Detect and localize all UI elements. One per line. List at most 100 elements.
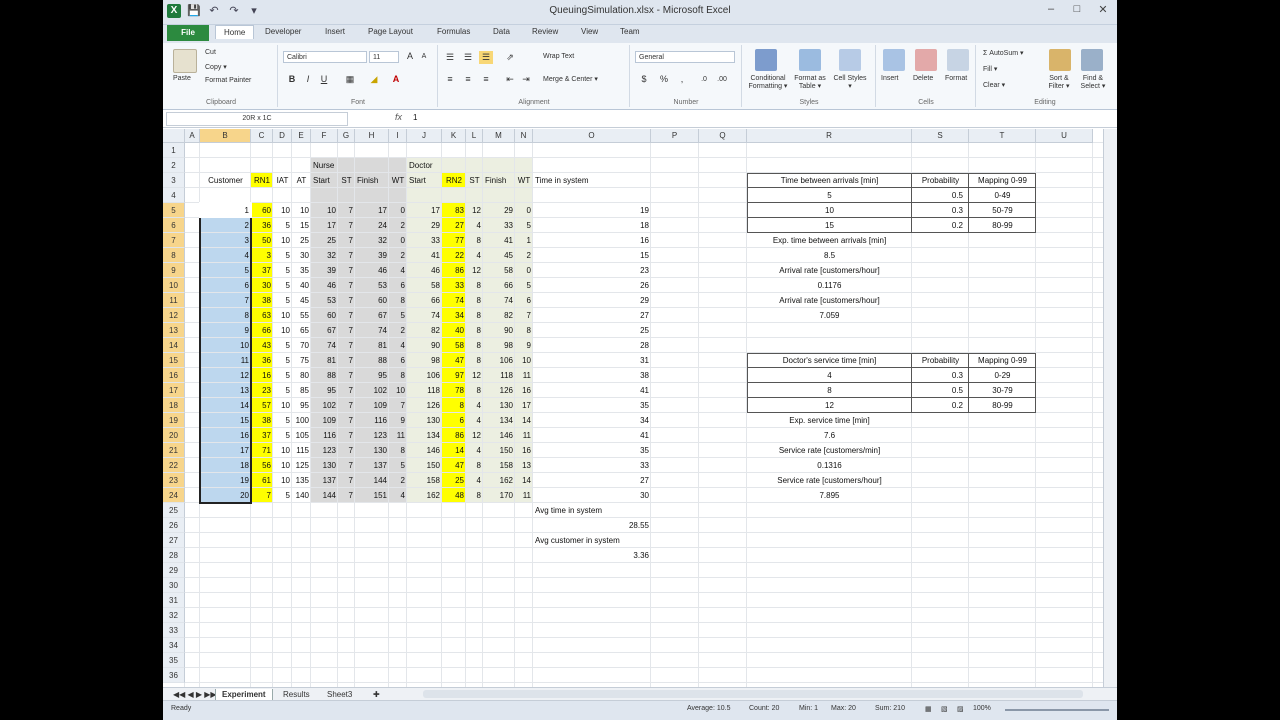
data-cell[interactable]: 106 <box>407 368 442 383</box>
column-header-o[interactable]: O <box>533 129 651 143</box>
column-header-d[interactable]: D <box>273 129 292 143</box>
data-cell[interactable]: 66 <box>483 278 515 293</box>
data-cell[interactable]: 2 <box>389 218 407 233</box>
data-cell[interactable]: 7 <box>338 353 355 368</box>
active-cell[interactable]: 1 <box>200 203 251 218</box>
data-cell[interactable]: 14 <box>442 443 466 458</box>
format-cells-icon[interactable] <box>947 49 969 71</box>
data-cell[interactable]: 55 <box>292 308 311 323</box>
sheet-tab-results[interactable]: Results <box>277 689 316 700</box>
data-cell[interactable]: 30 <box>251 278 273 293</box>
data-cell[interactable]: 60 <box>311 308 338 323</box>
column-header-u[interactable]: U <box>1036 129 1093 143</box>
row-header-28[interactable]: 28 <box>163 548 185 563</box>
data-cell[interactable]: 10 <box>515 353 533 368</box>
data-cell[interactable]: 8 <box>466 323 483 338</box>
cell-styles-button[interactable]: Cell Styles ▾ <box>831 75 869 90</box>
column-header-h[interactable]: H <box>355 129 389 143</box>
data-cell[interactable]: 78 <box>442 383 466 398</box>
data-cell[interactable]: 150 <box>407 458 442 473</box>
data-cell[interactable]: 126 <box>483 383 515 398</box>
data-cell[interactable]: 9 <box>515 338 533 353</box>
service_table-cell[interactable]: 0.3 <box>912 368 969 383</box>
data-cell[interactable]: 7 <box>338 323 355 338</box>
column-header-f[interactable]: F <box>311 129 338 143</box>
avg-customer-label[interactable]: Avg customer in system <box>533 533 673 548</box>
data-cell[interactable]: 116 <box>355 413 389 428</box>
arrival_table-cell[interactable]: 0.5 <box>912 188 969 203</box>
wrap-text-button[interactable]: Wrap Text <box>543 53 574 60</box>
data-cell[interactable]: 81 <box>355 338 389 353</box>
data-cell[interactable]: 146 <box>407 443 442 458</box>
data-cell[interactable]: 23 <box>251 383 273 398</box>
row-header-18[interactable]: 18 <box>163 398 185 413</box>
data-cell[interactable]: 3 <box>251 248 273 263</box>
row-header-31[interactable]: 31 <box>163 593 185 608</box>
data-cell[interactable]: 66 <box>251 323 273 338</box>
data-cell[interactable]: 75 <box>292 353 311 368</box>
st1-header[interactable]: ST <box>338 173 355 188</box>
data-cell[interactable]: 86 <box>442 263 466 278</box>
data-cell[interactable]: 10 <box>389 383 407 398</box>
row-header-8[interactable]: 8 <box>163 248 185 263</box>
data-cell[interactable]: 38 <box>251 413 273 428</box>
data-cell[interactable]: 25 <box>311 233 338 248</box>
data-cell[interactable]: 130 <box>407 413 442 428</box>
data-cell[interactable]: 46 <box>311 278 338 293</box>
data-cell[interactable]: 10 <box>273 443 292 458</box>
row-header-34[interactable]: 34 <box>163 638 185 653</box>
data-cell[interactable]: 98 <box>483 338 515 353</box>
data-cell[interactable]: 8 <box>389 368 407 383</box>
paste-button[interactable]: Paste <box>173 75 191 82</box>
data-cell[interactable]: 2 <box>389 473 407 488</box>
row-header-32[interactable]: 32 <box>163 608 185 623</box>
data-cell[interactable]: 7 <box>338 233 355 248</box>
row-header-23[interactable]: 23 <box>163 473 185 488</box>
italic-button[interactable]: I <box>301 73 315 86</box>
data-cell[interactable]: 38 <box>533 368 651 383</box>
service_table-cell[interactable]: 0.5 <box>912 383 969 398</box>
page-layout-view-icon[interactable]: ▧ <box>941 705 948 713</box>
format-as-table-icon[interactable] <box>799 49 821 71</box>
data-cell[interactable]: 8 <box>466 488 483 503</box>
data-cell[interactable]: 41 <box>533 428 651 443</box>
data-cell[interactable]: 57 <box>251 398 273 413</box>
row-header-29[interactable]: 29 <box>163 563 185 578</box>
data-cell[interactable]: 7 <box>338 428 355 443</box>
data-cell[interactable]: 95 <box>311 383 338 398</box>
sheet-tab-sheet3[interactable]: Sheet3 <box>321 689 358 700</box>
align-left-icon[interactable]: ≡ <box>443 73 457 86</box>
increase-decimal-icon[interactable]: .0 <box>697 73 711 86</box>
data-cell[interactable]: 33 <box>533 458 651 473</box>
data-cell[interactable]: 8 <box>466 353 483 368</box>
data-cell[interactable]: 88 <box>355 353 389 368</box>
data-cell[interactable]: 4 <box>389 488 407 503</box>
data-cell[interactable]: 29 <box>533 293 651 308</box>
st2-header[interactable]: ST <box>466 173 483 188</box>
data-cell[interactable]: 5 <box>273 338 292 353</box>
data-cell[interactable]: 16 <box>533 233 651 248</box>
paste-icon[interactable] <box>173 49 197 73</box>
data-cell[interactable]: 5 <box>273 413 292 428</box>
data-cell[interactable]: 109 <box>311 413 338 428</box>
minimize-icon[interactable]: – <box>1043 3 1059 16</box>
maximize-icon[interactable]: □ <box>1069 3 1085 16</box>
data-cell[interactable]: 74 <box>483 293 515 308</box>
data-cell[interactable]: 58 <box>407 278 442 293</box>
finish1-header[interactable]: Finish <box>355 173 389 188</box>
data-cell[interactable]: 4 <box>389 263 407 278</box>
data-cell[interactable]: 4 <box>466 218 483 233</box>
currency-button[interactable]: $ <box>637 73 651 86</box>
row-header-3[interactable]: 3 <box>163 173 185 188</box>
page-break-view-icon[interactable]: ▨ <box>957 705 964 713</box>
data-cell[interactable]: 58 <box>442 338 466 353</box>
data-cell[interactable]: 33 <box>483 218 515 233</box>
data-cell[interactable]: 90 <box>407 338 442 353</box>
data-cell[interactable]: 74 <box>442 293 466 308</box>
row-header-14[interactable]: 14 <box>163 338 185 353</box>
data-cell[interactable]: 30 <box>292 248 311 263</box>
data-cell[interactable]: 8 <box>466 293 483 308</box>
data-cell[interactable]: 95 <box>355 368 389 383</box>
data-cell[interactable]: 10 <box>292 203 311 218</box>
data-cell[interactable]: 10 <box>273 473 292 488</box>
